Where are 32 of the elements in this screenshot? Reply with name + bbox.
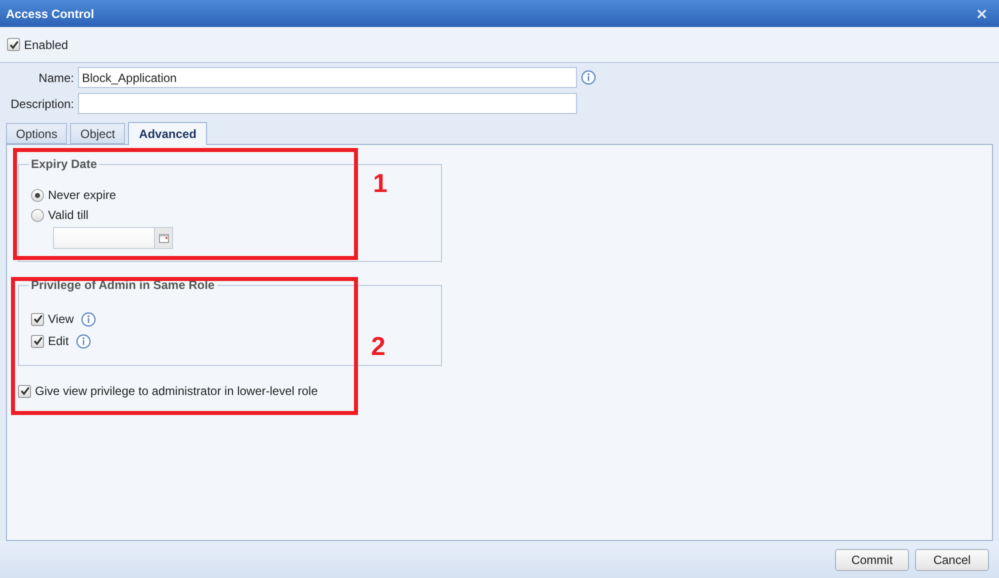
checkbox[interactable] bbox=[18, 384, 31, 398]
dialog-button[interactable]: Commit bbox=[835, 548, 909, 570]
checkbox-label: Enabled bbox=[24, 36, 68, 54]
info-icon bbox=[76, 334, 91, 348]
annotation-number: 1 bbox=[373, 170, 388, 196]
checkbox-label: Edit bbox=[48, 333, 69, 350]
window-title: Access Control bbox=[6, 6, 94, 22]
date-field[interactable] bbox=[53, 227, 173, 249]
tab[interactable]: Advanced bbox=[128, 122, 208, 145]
calendar-icon[interactable] bbox=[154, 228, 172, 248]
info-icon bbox=[80, 312, 96, 326]
radio-label: Valid till bbox=[48, 207, 88, 224]
checkbox-label: View bbox=[48, 311, 74, 328]
checkbox[interactable] bbox=[31, 312, 44, 326]
close-button[interactable]: × bbox=[976, 4, 987, 22]
section-title: Expiry Date bbox=[30, 156, 98, 173]
checkbox[interactable] bbox=[7, 38, 20, 51]
radio-label: Never expire bbox=[48, 187, 116, 204]
tab[interactable]: Options bbox=[6, 123, 68, 144]
info-icon bbox=[581, 70, 596, 85]
section-title: Privilege of Admin in Same Role bbox=[30, 277, 216, 294]
checkbox-label: Give view privilege to administrator in lower-level role bbox=[35, 383, 318, 400]
dialog-button[interactable]: Cancel bbox=[915, 548, 989, 570]
tab[interactable]: Object bbox=[70, 123, 126, 144]
annotation-number: 2 bbox=[371, 333, 386, 359]
input-field[interactable]: Block_Application bbox=[78, 67, 577, 88]
input-field[interactable] bbox=[78, 93, 577, 114]
checkbox[interactable] bbox=[31, 334, 44, 348]
radio-button[interactable] bbox=[31, 188, 44, 202]
field-label: Name: bbox=[38, 70, 75, 86]
radio-button[interactable] bbox=[31, 208, 44, 222]
field-label: Description: bbox=[10, 96, 75, 112]
